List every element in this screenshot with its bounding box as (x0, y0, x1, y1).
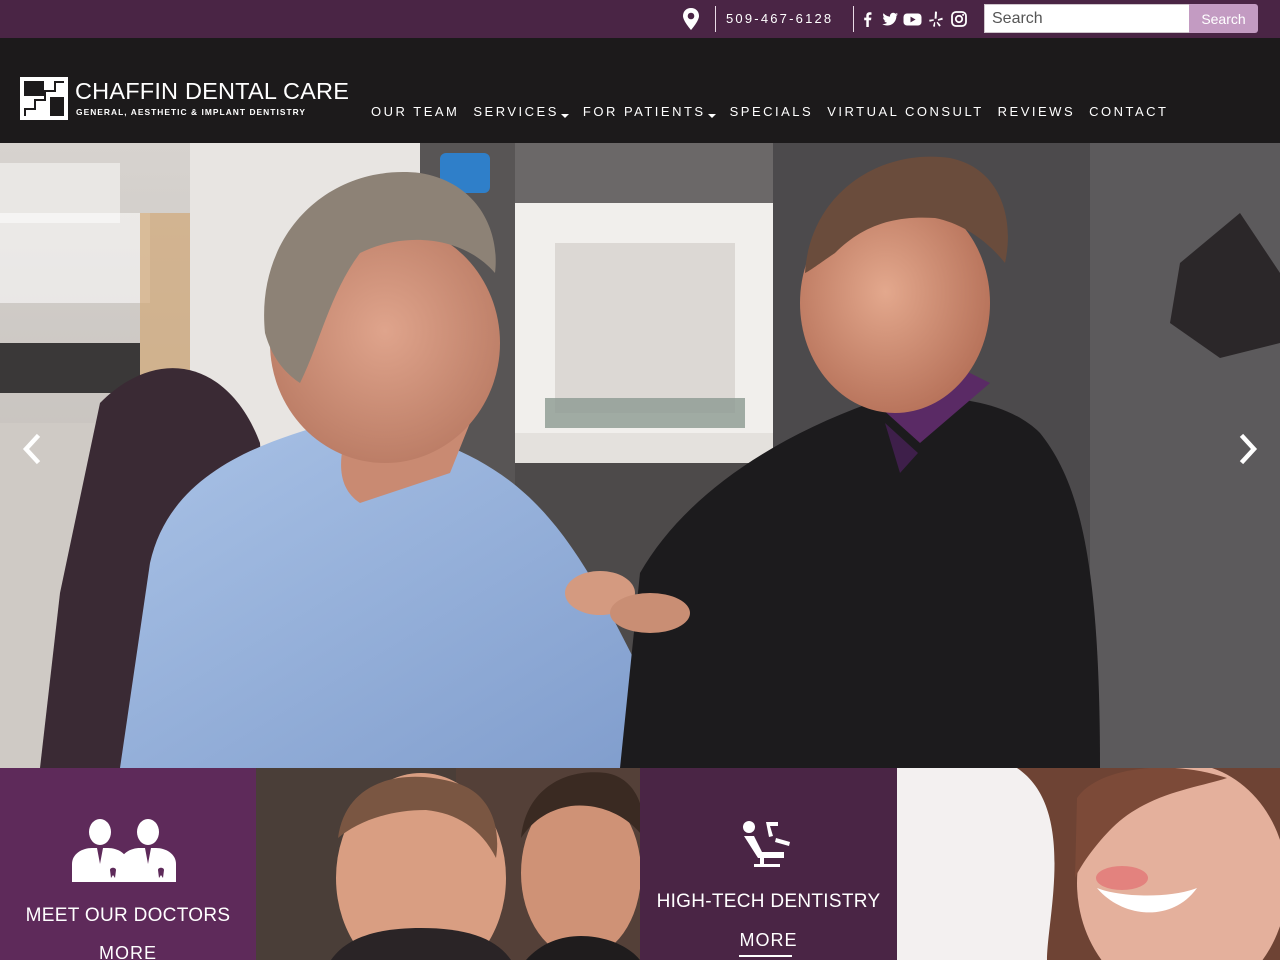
nav-for-patients[interactable]: FOR PATIENTS (583, 104, 716, 119)
high-tech-tile[interactable]: HIGH-TECH DENTISTRY MORE (640, 768, 897, 960)
site-header: CHAFFIN DENTAL CARE GENERAL, AESTHETIC &… (0, 38, 1280, 143)
yelp-icon[interactable] (927, 10, 945, 28)
search-input[interactable] (984, 4, 1190, 33)
caret-down-icon (707, 113, 716, 118)
high-tech-label: HIGH-TECH DENTISTRY (656, 891, 881, 912)
nav-label: CONTACT (1089, 104, 1169, 119)
divider (853, 6, 854, 32)
more-underline (739, 955, 792, 957)
meet-doctors-label: MEET OUR DOCTORS (25, 905, 231, 926)
phone-number-link[interactable]: 509-467-6128 (726, 11, 833, 26)
youtube-icon[interactable] (903, 10, 922, 28)
top-utility-bar: 509-467-6128 Search (0, 0, 1280, 38)
nav-contact[interactable]: CONTACT (1089, 104, 1168, 119)
meet-doctors-tile[interactable]: MEET OUR DOCTORS MORE (0, 768, 256, 960)
nav-reviews[interactable]: REVIEWS (998, 104, 1075, 119)
nav-virtual-consult[interactable]: VIRTUAL CONSULT (827, 104, 983, 119)
nav-label: VIRTUAL CONSULT (827, 104, 984, 119)
high-tech-more-link[interactable]: MORE (640, 930, 897, 951)
search-button[interactable]: Search (1189, 4, 1258, 33)
nav-label: SPECIALS (729, 104, 814, 119)
doctors-photo-tile[interactable] (256, 768, 640, 960)
feature-tiles: MEET OUR DOCTORS MORE HIGH-TECH DENTISTR… (0, 768, 1280, 960)
instagram-icon[interactable] (950, 10, 968, 28)
logo-tagline: GENERAL, AESTHETIC & IMPLANT DENTISTRY (76, 107, 307, 117)
nav-label: REVIEWS (997, 104, 1076, 119)
patient-smile-photo (897, 768, 1280, 960)
hero-photo (0, 143, 1280, 768)
main-navigation: OUR TEAM SERVICES FOR PATIENTS SPECIALS … (371, 104, 1183, 119)
chevron-right-icon[interactable] (1236, 433, 1260, 465)
nav-label: FOR PATIENTS (582, 104, 706, 119)
nav-label: OUR TEAM (371, 104, 460, 119)
chevron-left-icon[interactable] (20, 433, 44, 465)
divider (715, 6, 716, 32)
location-pin-icon[interactable] (681, 7, 701, 31)
twitter-icon[interactable] (881, 10, 899, 28)
nav-services[interactable]: SERVICES (473, 104, 569, 119)
hero-slider (0, 143, 1280, 768)
dental-chair-icon (743, 821, 790, 867)
logo-icon[interactable] (20, 77, 68, 120)
doctors-photo (256, 768, 640, 960)
smile-photo-tile[interactable] (897, 768, 1280, 960)
doctors-icon (72, 819, 176, 882)
logo-wordmark[interactable]: CHAFFIN DENTAL CARE (75, 78, 349, 105)
nav-specials[interactable]: SPECIALS (730, 104, 814, 119)
caret-down-icon (560, 113, 569, 118)
meet-doctors-more-link[interactable]: MORE (0, 943, 256, 960)
nav-label: SERVICES (473, 104, 559, 119)
facebook-icon[interactable] (859, 10, 877, 28)
nav-our-team[interactable]: OUR TEAM (371, 104, 459, 119)
